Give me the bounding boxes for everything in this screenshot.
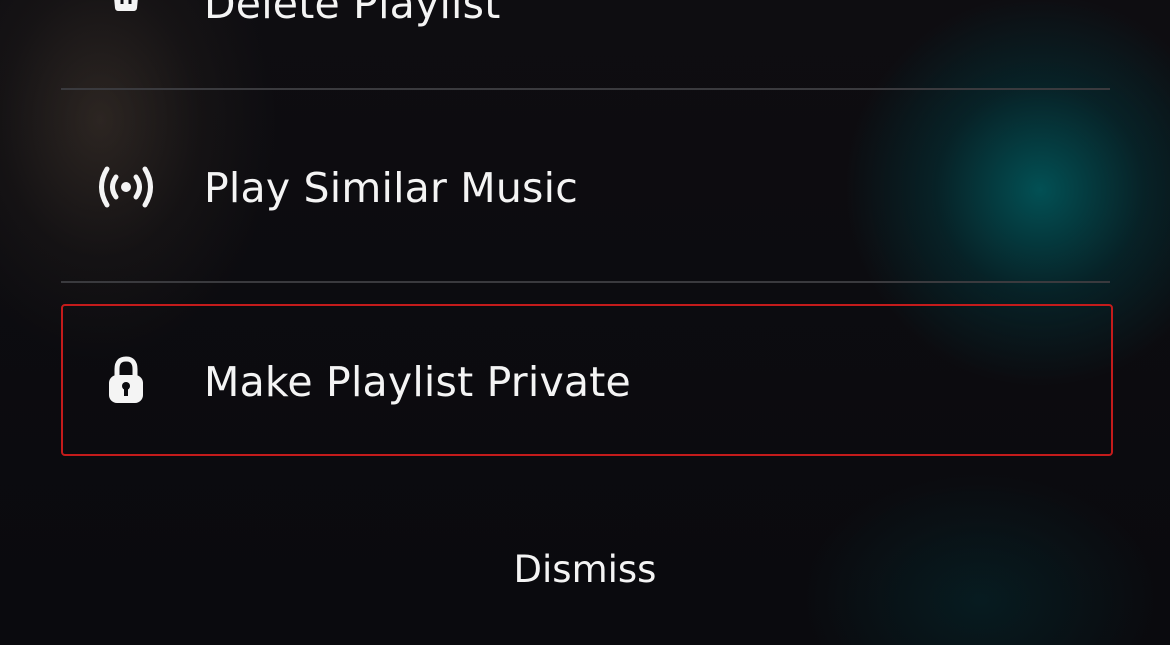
make-playlist-private-option[interactable]: Make Playlist Private — [61, 304, 1113, 456]
play-similar-music-option[interactable]: Play Similar Music — [61, 92, 1110, 282]
menu-divider — [61, 281, 1110, 283]
menu-divider — [61, 88, 1110, 90]
delete-playlist-option[interactable]: Delete Playlist — [61, 0, 1110, 52]
delete-playlist-label: Delete Playlist — [204, 0, 501, 28]
lock-icon — [96, 350, 156, 410]
play-similar-music-label: Play Similar Music — [204, 164, 578, 212]
trash-icon — [96, 0, 156, 22]
broadcast-icon — [96, 157, 156, 217]
make-playlist-private-label: Make Playlist Private — [204, 358, 631, 406]
dismiss-button[interactable]: Dismiss — [0, 548, 1170, 591]
